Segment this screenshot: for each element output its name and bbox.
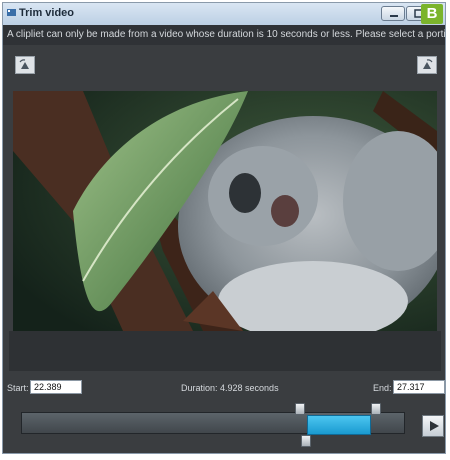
play-button[interactable]	[422, 415, 444, 437]
play-icon	[430, 421, 439, 431]
start-trim-handle[interactable]	[295, 403, 305, 415]
window-title: Trim video	[19, 7, 75, 19]
trim-video-window: Trim video B A clipliet can only be made…	[2, 2, 446, 454]
koala-video-frame	[13, 91, 437, 331]
title-bar: Trim video B	[3, 3, 445, 26]
minimize-icon	[390, 15, 398, 17]
instructions-text: A clipliet can only be made from a video…	[3, 25, 445, 45]
minimize-button[interactable]	[381, 6, 405, 21]
preview-footer	[9, 331, 441, 371]
playhead-handle[interactable]	[301, 435, 311, 447]
start-label: Start:	[7, 383, 29, 393]
trim-selection-range[interactable]	[307, 415, 371, 435]
duration-text: Duration: 4.928 seconds	[181, 383, 279, 393]
video-icon	[7, 9, 16, 16]
end-time-field[interactable]: 27.317	[393, 380, 445, 394]
step-badge: B	[421, 4, 443, 24]
start-time-field[interactable]: 22.389	[30, 380, 82, 394]
rotate-left-icon	[19, 59, 29, 69]
end-label: End:	[373, 383, 392, 393]
rotate-right-button[interactable]	[417, 56, 437, 74]
end-trim-handle[interactable]	[371, 403, 381, 415]
rotate-left-button[interactable]	[15, 56, 35, 74]
video-preview[interactable]	[13, 91, 437, 331]
rotate-right-icon	[423, 59, 433, 69]
